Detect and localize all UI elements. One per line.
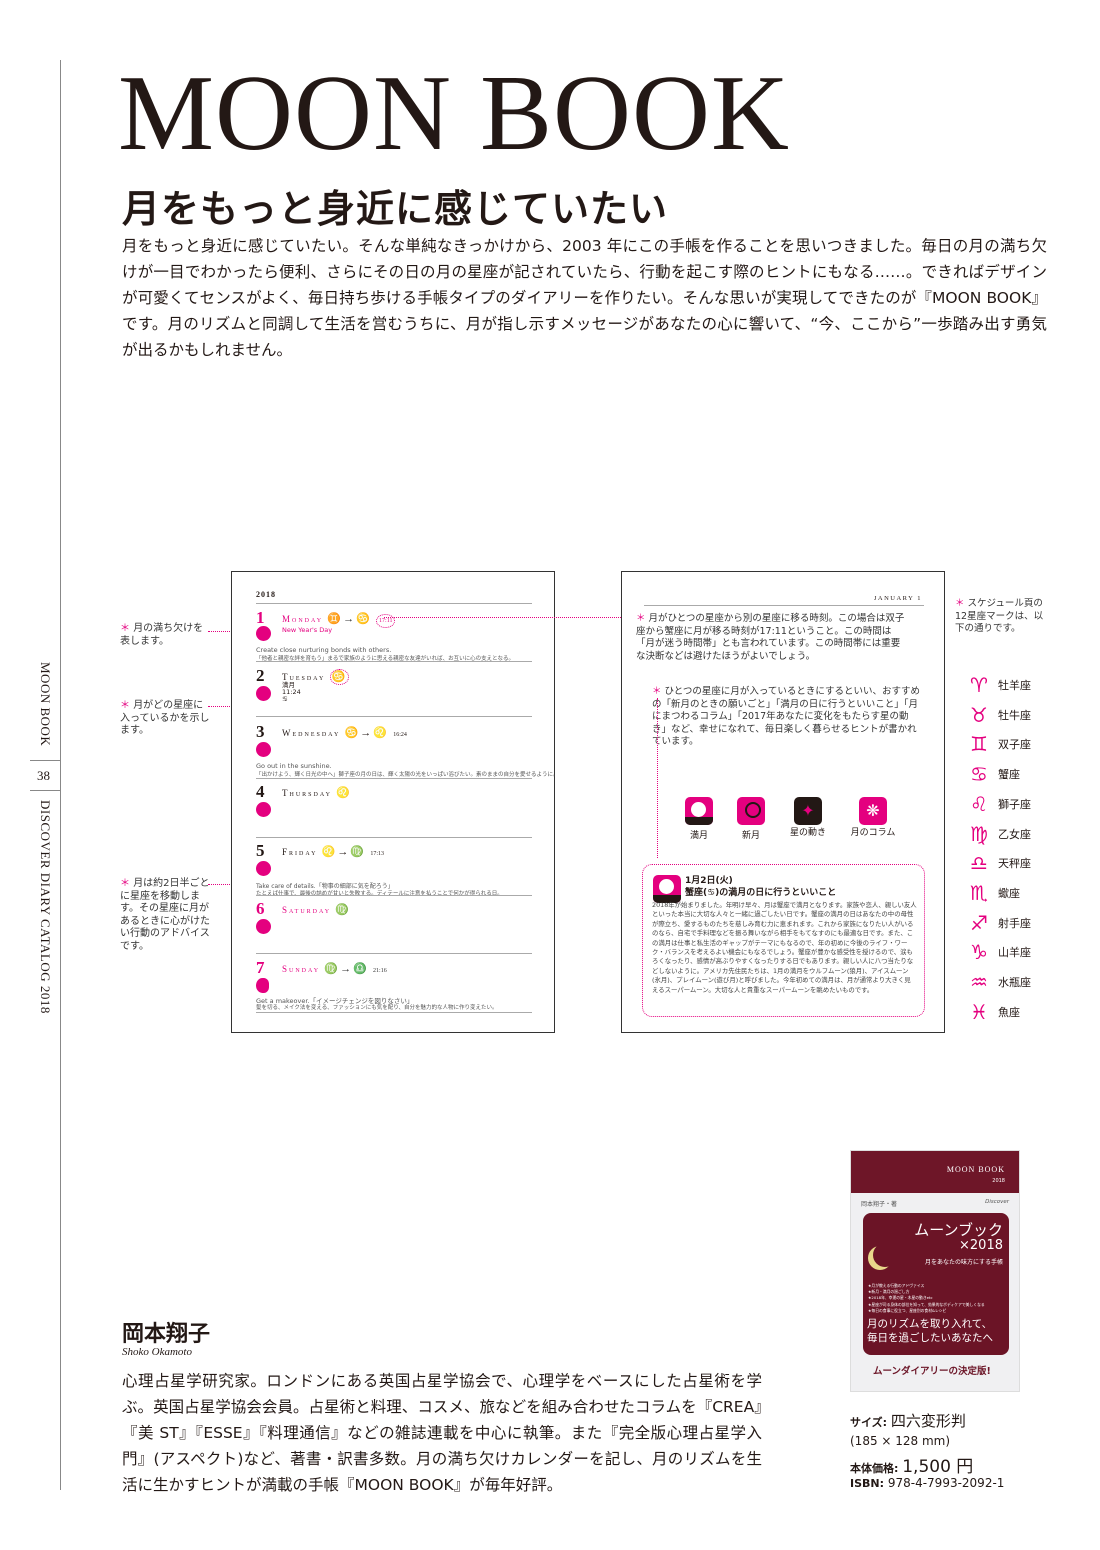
zodiac-item: ♑ 山羊座 [968,940,1031,964]
icon-legend: 満月 新月 ✦ 星の動き ❋ 月のコラム [682,797,898,841]
spec-price: 本体価格: 1,500 円 [850,1457,974,1477]
zodiac-item: ♌ 獅子座 [968,792,1031,816]
column-icon: ❋ [859,797,887,825]
book-cover-image: MOON BOOK 2018 岡本翔子・著 Discover ムーンブック ×2… [850,1150,1020,1392]
moon-phase-icon [256,742,271,757]
zodiac-sign-icon: ♒ [970,970,988,994]
note-hints: ＊ ひとつの星座に月が入っているときにするといい、おすすめの「新月のときの願いご… [652,686,921,747]
zodiac-item: ♏ 蠍座 [968,881,1020,905]
zodiac-name: 牡羊座 [998,679,1031,692]
zodiac-name: 獅子座 [998,797,1031,811]
zodiac-name: 牡牛座 [998,708,1031,722]
zodiac-item: ♉ 牡牛座 [968,703,1031,727]
sample-column-box: 1月2日(火) 蟹座(♋)の満月の日に行うといいこと 2018年が始まりました。年… [642,864,925,1017]
cover-band: MOON BOOK 2018 [851,1151,1019,1193]
intro-text: 月をもっと身近に感じていたい。そんな単純なきっかけから、2003 年にこの手帳を… [122,237,1047,359]
moon-phase-icon [256,626,271,641]
zodiac-name: 天秤座 [998,857,1031,871]
zodiac-item: ♋ 蟹座 [968,762,1020,786]
leader-line [384,617,639,618]
author-roman-name: Shoko Okamoto [122,1346,192,1358]
full-moon-icon [653,875,681,903]
zodiac-name: 蠍座 [998,886,1020,900]
side-section-label: MOON BOOK [38,662,53,747]
diary-year: 2018 [256,590,276,599]
zodiac-name: 蟹座 [998,768,1020,782]
zodiac-name: 乙女座 [998,827,1031,841]
diary-left-page: 2018 1 Monday ♊→♋ 17:11 New Year's Day C… [231,571,559,1033]
note-moon-phase: ＊ 月の満ち欠けを表します。 [120,623,204,647]
page-title: MOON BOOK [118,54,791,173]
zodiac-sign-icon: ♑ [970,940,988,965]
zodiac-name: 山羊座 [998,946,1031,960]
moon-phase-icon [256,861,271,876]
moon-phase-icon [256,686,271,701]
page-header: JANUARY 1 [873,595,922,602]
divider [30,790,60,791]
zodiac-item: ♐ 射手座 [968,911,1031,935]
zodiac-sign-icon: ♐ [970,910,988,935]
note-zodiac-sign: ＊ 月がどの星座に入っているかを示します。 [120,700,210,736]
zodiac-item: ♎ 天秤座 [968,851,1031,875]
day-name: Monday ♊→♋ 17:11 [282,612,396,628]
moon-phase-icon [256,802,271,817]
subtitle: 月をもっと身近に感じていたい [122,187,669,231]
zodiac-name: 双子座 [998,738,1031,752]
zodiac-sign-icon: ♋ [970,762,988,787]
zodiac-name: 魚座 [998,1005,1020,1019]
zodiac-item: ♓ 魚座 [968,1000,1020,1024]
moon-phase-icon [256,919,271,934]
zodiac-item: ♈ 牡羊座 [968,673,1031,697]
zodiac-sign-icon: ♍ [970,821,988,846]
side-catalog-label: DISCOVER DIARY CATALOG 2018 [38,800,53,1014]
zodiac-sign-icon: ♌ [970,791,988,816]
zodiac-sign-icon: ♏ [970,880,988,905]
moon-phase-icon [256,978,269,993]
diary-right-page: JANUARY 1 ＊ 月がひとつの星座から別の星座に移る時刻。この場合は双子座… [621,571,945,1033]
margin-rule [60,60,61,1490]
zodiac-name: 射手座 [998,916,1031,930]
note-transition-time: ＊ 月がひとつの星座から別の星座に移る時刻。この場合は双子座から蟹座に月が移る時… [636,613,905,662]
spec-size: サイズ: 四六変形判 [850,1412,966,1430]
leader-line [657,698,658,858]
author-bio: 心理占星学研究家。ロンドンにある英国占星学協会で、心理学をベースにした占星術を学… [122,1372,762,1494]
zodiac-sign-icon: ♉ [970,702,988,727]
zodiac-sign-icon: ♓ [970,999,988,1024]
author-name: 岡本翔子 [122,1322,211,1347]
zodiac-item: ♍ 乙女座 [968,822,1031,846]
zodiac-name: 水瓶座 [998,976,1031,989]
spec-isbn: ISBN: 978-4-7993-2092-1 [850,1476,1005,1490]
cover-panel: ムーンブック ×2018 月をあなたの味方にする手帳 ★月が教える行動のアドヴァ… [863,1213,1009,1355]
full-moon-icon [685,797,713,825]
zodiac-note: ＊ スケジュール頁の12星座マークは、以下の通りです。 [955,598,1044,634]
zodiac-sign-icon: ♎ [970,851,988,876]
crescent-moon-icon [873,1243,897,1267]
zodiac-sign-icon: ♊ [970,732,988,757]
stars-icon: ✦ [794,797,822,825]
divider [30,760,60,761]
spec-dimensions: (185 × 128 mm) [850,1434,951,1448]
zodiac-item: ♊ 双子座 [968,732,1031,756]
zodiac-item: ♒ 水瓶座 [968,970,1031,994]
note-advice: ＊ 月は約2日半ごとに星座を移動します。その星座に月があるときに心がけたい行動の… [120,878,210,952]
new-moon-icon [737,797,765,825]
zodiac-sign-icon: ♈ [970,673,988,697]
page-number: 38 [37,768,50,783]
